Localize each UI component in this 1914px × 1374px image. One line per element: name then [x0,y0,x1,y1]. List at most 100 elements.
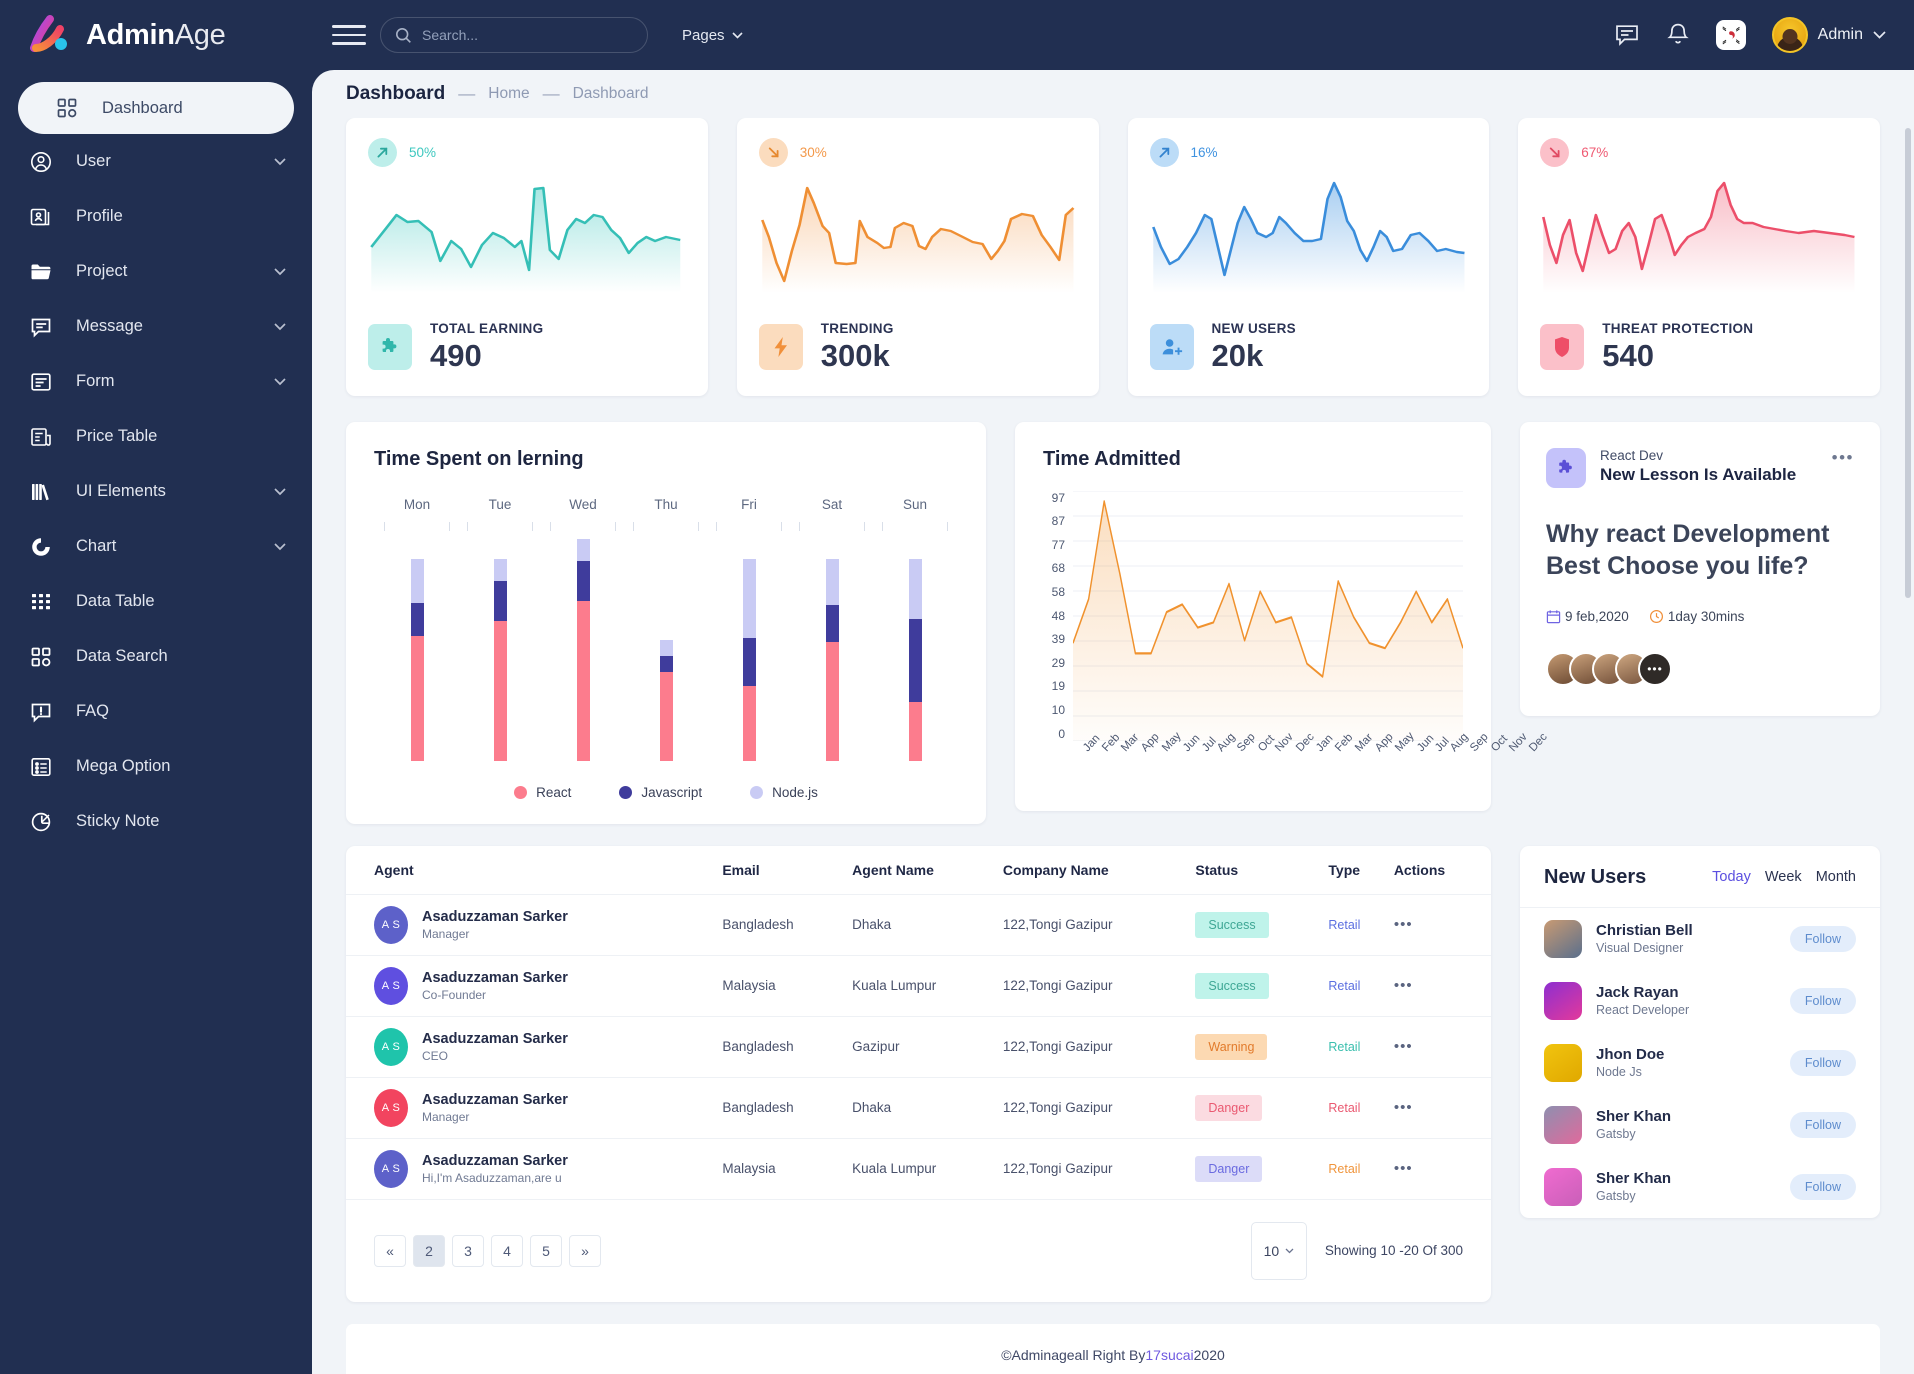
bar-day-label: Wed [569,496,597,512]
pagination-page-5[interactable]: 5 [530,1234,562,1267]
table-column-header: Agent Name [852,845,1003,895]
page-size-select[interactable]: 10 [1250,1221,1307,1280]
stat-summary: TOTAL EARNING 490 [368,321,686,374]
chat-icon[interactable] [1614,22,1640,48]
new-users-title: New Users [1544,865,1647,888]
search-input[interactable] [422,27,633,43]
bar-column: Mon [384,497,450,761]
agent-role: Manager [422,1109,470,1124]
sidebar-item-chart[interactable]: Chart [0,519,312,574]
type-link[interactable]: Retail [1328,1101,1360,1115]
sidebar-item-dashboard[interactable]: Dashboard [18,82,294,134]
sidebar-item-label: Sticky Note [76,812,160,830]
search-box[interactable] [380,17,648,53]
actions-cell: ••• [1393,1016,1491,1078]
sidebar-item-data-table[interactable]: Data Table [0,574,312,629]
legend-item-react: React [514,785,571,800]
admin-label: Admin [1817,26,1863,43]
sidebar-item-price-table[interactable]: Price Table [0,409,312,464]
table-row[interactable]: A S Asaduzzaman Sarker Manager Banglades… [346,894,1491,956]
stat-value: 540 [1602,338,1654,373]
axis-tick [716,521,782,531]
lesson-meta: 9 feb,2020 1day 30mins [1546,609,1854,624]
pagination-last[interactable]: » [569,1234,601,1267]
row-actions-icon[interactable]: ••• [1394,1099,1413,1116]
sidebar-item-ui-elements[interactable]: UI Elements [0,464,312,519]
breadcrumb-home[interactable]: Home [488,85,529,103]
stat-summary: TRENDING 300k [758,321,1077,374]
scrollbar-thumb[interactable] [1905,128,1911,598]
avatar-more[interactable]: ••• [1638,651,1672,686]
footer-link[interactable]: 17sucai [1145,1347,1193,1363]
sidebar-item-mega-option[interactable]: Mega Option [0,739,312,794]
tab-today[interactable]: Today [1712,869,1751,885]
type-link[interactable]: Retail [1328,1162,1360,1176]
status-badge: Success [1195,911,1269,938]
pages-menu[interactable]: Pages [682,27,743,44]
y-tick-label: 39 [1051,632,1065,647]
sidebar-item-profile[interactable]: Profile [0,189,312,244]
axis-tick [384,521,450,531]
sidebar-nav: Dashboard User Profile Project Message F… [0,82,312,849]
avatar: A S [374,966,408,1005]
app-root: AdminAge Dashboard User Profile Project … [0,0,1914,1374]
page-title: Dashboard [346,83,446,104]
axis-tick [633,521,699,531]
actions-cell: ••• [1393,955,1491,1017]
pagination-page-4[interactable]: 4 [491,1234,523,1267]
email-cell: Malaysia [722,1138,853,1200]
bar-column: Wed [550,496,616,761]
bar-stack [825,539,839,761]
dots-horizontal-icon[interactable]: ••• [1832,448,1854,468]
user-menu[interactable]: Admin [1771,17,1886,53]
type-link[interactable]: Retail [1328,979,1360,993]
sidebar-item-message[interactable]: Message [0,299,312,354]
clock-icon [1649,609,1664,624]
table-row[interactable]: A S Asaduzzaman Sarker Hi,I'm Asaduzzama… [346,1138,1491,1200]
table-column-header: Company Name [1002,845,1196,895]
flag-korea-icon[interactable] [1715,20,1746,50]
bar-segment-react [576,601,590,761]
tab-week[interactable]: Week [1765,869,1802,885]
user-name: Sher Khan [1596,1108,1672,1126]
row-actions-icon[interactable]: ••• [1394,1160,1413,1177]
follow-button[interactable]: Follow [1789,1173,1856,1200]
brand-logo-area[interactable]: AdminAge [0,0,312,70]
follow-button[interactable]: Follow [1789,1049,1856,1076]
follow-button[interactable]: Follow [1789,987,1856,1014]
id-card-icon [28,206,54,228]
row-actions-icon[interactable]: ••• [1394,977,1413,994]
sidebar-item-label: Data Table [76,592,155,610]
avatar [1544,1043,1582,1082]
email-cell: Bangladesh [722,894,853,956]
tab-month[interactable]: Month [1816,869,1856,885]
follow-button[interactable]: Follow [1789,1111,1856,1138]
menu-toggle-button[interactable] [332,25,366,45]
y-tick-label: 0 [1058,726,1065,741]
bar-segment-javascript [659,655,673,672]
table-row[interactable]: A S Asaduzzaman Sarker Manager Banglades… [346,1077,1491,1139]
row-actions-icon[interactable]: ••• [1394,1038,1413,1055]
pagination-page-2[interactable]: 2 [413,1234,445,1267]
type-link[interactable]: Retail [1328,918,1360,932]
sidebar-item-label: Profile [76,207,123,225]
topbar-actions: Admin [1614,17,1886,53]
sidebar-item-project[interactable]: Project [0,244,312,299]
follow-button[interactable]: Follow [1789,925,1856,952]
table-row[interactable]: A S Asaduzzaman Sarker Co-Founder Malays… [346,955,1491,1017]
row-actions-icon[interactable]: ••• [1394,916,1413,933]
bar-segment-javascript [493,581,507,622]
breadcrumb-dashboard[interactable]: Dashboard [573,85,649,103]
sidebar-item-faq[interactable]: FAQ [0,684,312,739]
trend-down-icon [758,138,788,167]
type-link[interactable]: Retail [1328,1040,1360,1054]
sidebar-item-sticky-note[interactable]: Sticky Note [0,794,312,849]
user-name: Jack Rayan [1596,984,1679,1002]
sidebar-item-form[interactable]: Form [0,354,312,409]
table-row[interactable]: A S Asaduzzaman Sarker CEO Bangladesh Ga… [346,1016,1491,1078]
sidebar-item-user[interactable]: User [0,134,312,189]
sidebar-item-data-search[interactable]: Data Search [0,629,312,684]
bell-icon[interactable] [1666,22,1690,48]
pagination-page-3[interactable]: 3 [452,1234,484,1267]
pagination-first[interactable]: « [374,1234,406,1267]
